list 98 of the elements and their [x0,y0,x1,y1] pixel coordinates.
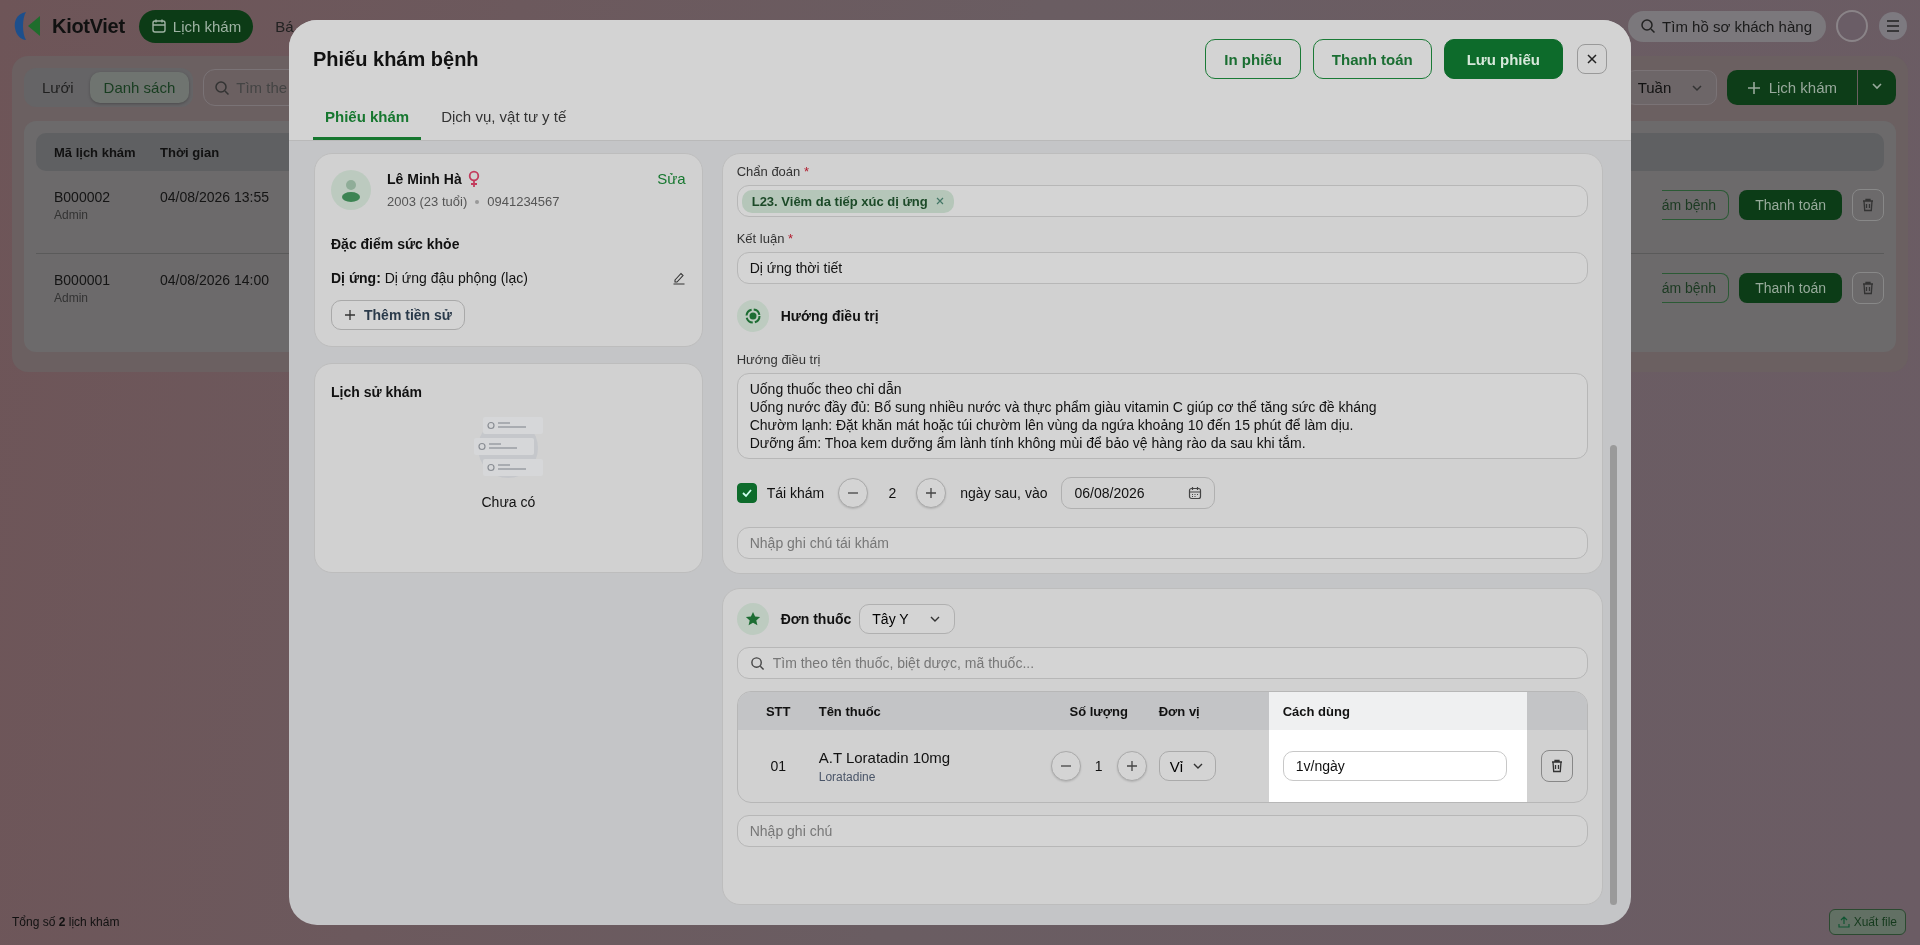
plus-icon [1125,760,1138,772]
phone-number: 0941234567 [487,194,560,209]
decrement-button[interactable] [1050,751,1081,781]
modal-title: Phiếu khám bệnh [313,47,479,71]
patient-name: Lê Minh Hà [387,171,462,187]
empty-text: Chưa có [480,494,537,510]
pay-button[interactable]: Thanh toán [1739,190,1842,220]
exam-button[interactable]: ám bệnh [1661,190,1730,220]
generic-name: Loratadine [818,769,876,784]
export-button[interactable]: Xuất file [1828,909,1906,935]
tab[interactable]: Dịch vụ, vật tư y tế [429,98,579,140]
checkbox-label: Tái khám [766,485,825,501]
trash-icon [1549,759,1564,773]
total-count: Tổng số 2 lịch khám [12,915,120,929]
edit-link[interactable]: Sửa [657,170,686,187]
action-button[interactable]: Thanh toán [1312,39,1432,79]
pencil-icon[interactable] [671,271,686,285]
calendar-icon [1188,486,1203,500]
delete-button[interactable] [1852,189,1884,221]
section-title: Đặc điểm sức khỏe [331,236,461,252]
dropdown-button[interactable] [1858,70,1896,105]
plus-icon [925,487,938,499]
unit-select[interactable]: Vỉ [1158,751,1217,781]
column-header: Số lượng [1068,702,1129,721]
delete-button[interactable] [1852,272,1884,304]
avatar-icon [331,170,371,210]
conclusion-field[interactable]: Dị ứng thời tiết [736,252,1588,284]
section-title: Hướng điều trị [780,308,879,324]
allergy-text: Dị ứng: Dị ứng đậu phộng (lạc) [331,270,528,286]
days-label: ngày sau, vào [960,485,1048,501]
plus-icon [344,309,356,321]
logo-text: KiotViet [52,14,125,38]
action-button[interactable]: Lưu phiếu [1443,39,1563,79]
note-field[interactable]: Nhập ghi chú tái khám [736,527,1588,559]
note-field[interactable]: Nhập ghi chú [736,815,1588,847]
search-icon [214,79,231,96]
calendar-icon [150,18,167,34]
section-title: Đơn thuốc [780,611,852,627]
search-icon [749,655,765,671]
menu-icon[interactable] [1878,11,1908,41]
field-label: Kết luận * [736,231,795,246]
trash-icon [1861,198,1875,212]
delete-button[interactable] [1540,750,1573,782]
field-label: Hướng điều trị [736,352,822,367]
search-icon [1640,18,1657,34]
section-title: Lịch sử khám [331,384,424,400]
decrement-button[interactable] [838,478,869,508]
table-cell: 04/08/2026 14:00 [160,272,269,288]
column-header: Mã lịch khám [53,144,137,160]
checkbox[interactable] [736,483,757,503]
plus-icon [1746,80,1761,95]
upload-icon [1837,916,1850,928]
tab[interactable]: Phiếu khám [313,98,422,140]
type-select[interactable]: Tây Y [859,604,956,634]
table-cell-text: Admin [54,208,89,222]
check-icon [740,487,753,499]
diagnosis-tag: L23. Viêm da tiếp xúc dị ứng [741,189,954,213]
table-cell: 04/08/2026 13:55 [160,189,269,205]
logo-icon [12,10,42,42]
days-value: 2 [887,485,898,501]
nav-tab[interactable]: Lịch khám [138,9,254,43]
diagnosis-field[interactable]: L23. Viêm da tiếp xúc dị ứng [736,185,1588,217]
add-button[interactable]: Lịch khám [1726,70,1857,105]
exam-button[interactable]: ám bệnh [1661,273,1730,303]
increment-button[interactable] [1116,751,1147,781]
column-header: Đơn vị [1158,702,1201,721]
search-field[interactable]: Tìm hồ sơ khách hàng [1628,10,1826,42]
view-tab[interactable]: Lưới [28,72,88,103]
close-icon[interactable] [935,197,944,205]
female-icon [467,170,480,188]
nav-tab[interactable]: Bá [263,9,306,43]
treatment-field[interactable]: Uống thuốc theo chỉ dẫn Uống nước đầy đủ: Bổ sung nhiều nước và thực phẩm giàu vitamin C giúp cơ thể tăng sức đề kháng Chườm lạnh: Đặt khăn mát hoặc túi chườm lên vùng da ngứa khoảng 10 đến 15 phút để làm dịu. Dưỡng ẩm: Thoa kem dưỡng ẩm lành tính không mùi để bảo vệ hàng rào da sau khi tắm. [736,373,1588,459]
scrollbar[interactable] [1610,445,1617,905]
table-cell-text: B000001 [54,272,112,288]
medicine-name: A.T Loratadin 10mg [818,748,951,766]
field-label: Chẩn đoán * [736,164,810,179]
usage-field[interactable]: 1v/ngày [1282,751,1507,781]
target-icon [736,300,769,332]
action-button[interactable]: In phiếu [1205,39,1301,79]
table-cell-text: 01 [769,757,787,776]
table-cell-text: Admin [54,291,89,305]
birth-year: 2003 (23 tuổi) [387,194,468,209]
increment-button[interactable] [916,478,947,508]
avatar[interactable] [1836,10,1868,42]
column-header: Tên thuốc [818,702,882,721]
pay-button[interactable]: Thanh toán [1739,273,1842,303]
date-field[interactable]: 06/08/2026 [1061,477,1216,509]
quantity-value: 1 [1093,758,1104,774]
trash-icon [1861,281,1875,295]
table-cell-text: B000002 [54,189,112,205]
column-header: STT [764,702,792,721]
close-button[interactable] [1577,44,1607,74]
column-header: Cách dùng [1268,692,1527,730]
search-field[interactable]: Tìm theo tên thuốc, biệt dược, mã thuốc... [736,647,1588,679]
close-icon [1586,53,1598,65]
view-tab[interactable]: Danh sách [89,72,190,103]
column-header: Thời gian [160,144,220,160]
add-history-button[interactable]: Thêm tiền sử [331,300,465,330]
